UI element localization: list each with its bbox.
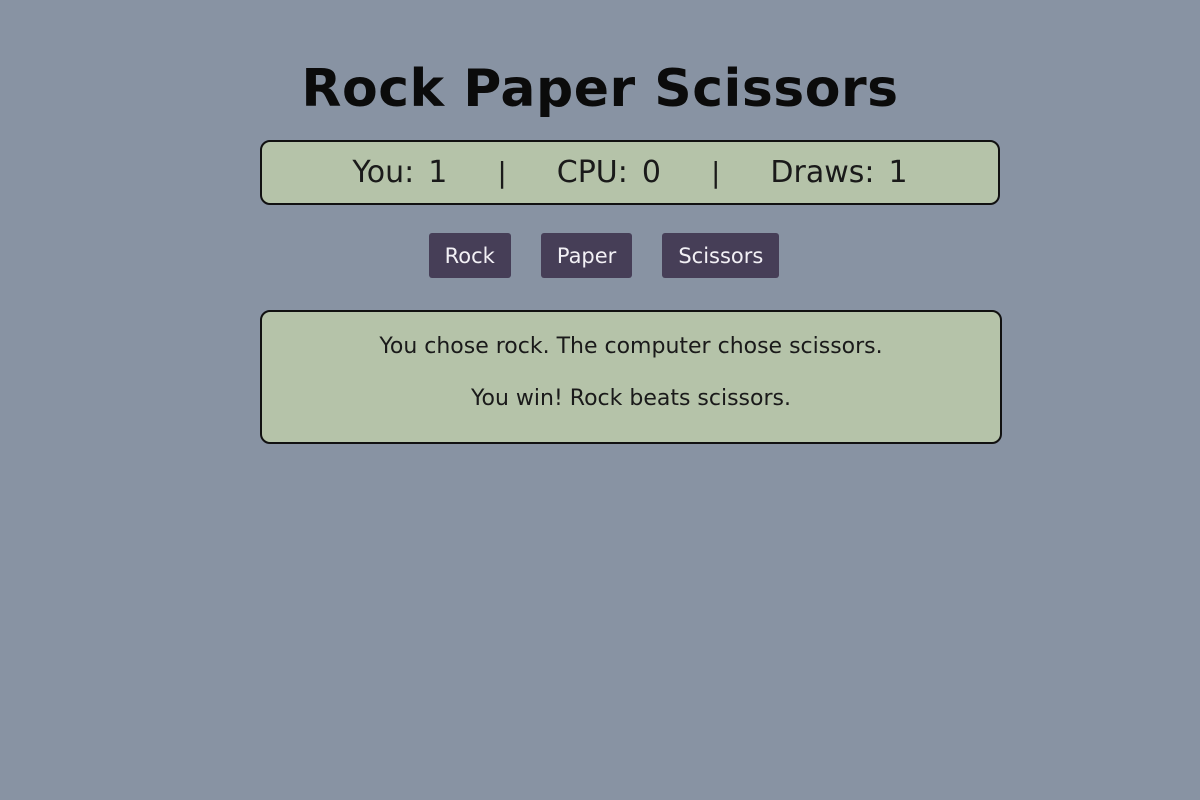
draws-score-label: Draws: xyxy=(770,155,875,190)
score-separator: | xyxy=(710,156,721,189)
player-score: You: 1 xyxy=(352,155,447,190)
scoreboard: You: 1 | CPU: 0 | Draws: 1 xyxy=(260,140,1000,205)
paper-button[interactable]: Paper xyxy=(540,233,633,278)
rock-button[interactable]: Rock xyxy=(428,233,511,278)
page-title: Rock Paper Scissors xyxy=(301,59,899,119)
choice-message: You chose rock. The computer chose sciss… xyxy=(379,334,883,359)
choice-buttons: Rock Paper Scissors xyxy=(0,233,1200,278)
draws-score: Draws: 1 xyxy=(770,155,907,190)
cpu-score: CPU: 0 xyxy=(557,155,661,190)
cpu-score-label: CPU: xyxy=(556,155,628,190)
player-score-label: You: xyxy=(352,155,415,190)
player-score-value: 1 xyxy=(428,155,448,190)
result-panel: You chose rock. The computer chose sciss… xyxy=(260,310,1002,444)
outcome-message: You win! Rock beats scissors. xyxy=(471,386,791,411)
cpu-score-value: 0 xyxy=(641,155,661,190)
score-separator: | xyxy=(497,156,507,189)
scissors-button[interactable]: Scissors xyxy=(662,233,780,278)
game-page: Rock Paper Scissors You: 1 | CPU: 0 | Dr… xyxy=(0,0,1200,800)
draws-score-value: 1 xyxy=(888,155,908,190)
